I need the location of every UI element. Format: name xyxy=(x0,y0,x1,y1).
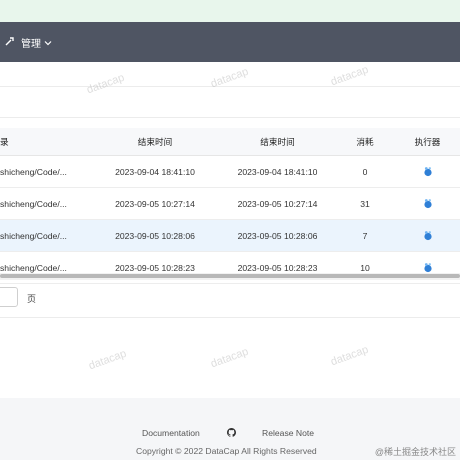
manage-menu[interactable]: 管理 xyxy=(21,35,52,50)
table-header-row: 录 结束时间 结束时间 消耗 执行器 xyxy=(0,128,460,156)
cell-end-time: 2023-09-05 10:28:06 xyxy=(90,219,220,252)
cell-cost: 31 xyxy=(335,187,395,220)
page-jump-input[interactable] xyxy=(0,287,18,307)
top-banner-strip xyxy=(0,0,460,23)
github-icon[interactable] xyxy=(227,428,236,437)
cell-executor xyxy=(395,187,460,220)
pagination: 页 xyxy=(0,285,460,318)
toolbar-row xyxy=(0,87,460,118)
cell-cost: 7 xyxy=(335,219,395,252)
cell-executor xyxy=(395,155,460,188)
cell-path: shicheng/Code/... xyxy=(0,187,90,220)
column-header-end-time-2[interactable]: 结束时间 xyxy=(220,128,335,156)
manage-menu-label: 管理 xyxy=(21,39,41,50)
cell-end-time-2: 2023-09-05 10:27:14 xyxy=(220,187,335,220)
column-header-path[interactable]: 录 xyxy=(0,128,90,156)
cell-end-time-2: 2023-09-05 10:28:06 xyxy=(220,219,335,252)
copyright-text: Copyright © 2022 DataCap All Rights Rese… xyxy=(136,446,317,456)
top-navbar: 管理 xyxy=(0,22,460,62)
scrollbar-thumb[interactable] xyxy=(0,274,460,278)
history-table: 录 结束时间 结束时间 消耗 执行器 shicheng/Code/... 202… xyxy=(0,128,460,284)
horizontal-scrollbar[interactable] xyxy=(0,273,460,280)
watermark: datacap xyxy=(87,347,129,373)
cell-end-time: 2023-09-04 18:41:10 xyxy=(90,155,220,188)
documentation-link[interactable]: Documentation xyxy=(142,428,200,438)
cell-cost: 0 xyxy=(335,155,395,188)
cell-end-time: 2023-09-05 10:27:14 xyxy=(90,187,220,220)
watermark: datacap xyxy=(209,345,251,371)
cell-end-time-2: 2023-09-04 18:41:10 xyxy=(220,155,335,188)
executor-icon[interactable] xyxy=(423,166,433,177)
corner-watermark: @稀土掘金技术社区 xyxy=(374,447,456,457)
column-header-end-time[interactable]: 结束时间 xyxy=(90,128,220,156)
column-header-executor[interactable]: 执行器 xyxy=(395,128,460,156)
executor-icon[interactable] xyxy=(423,262,433,273)
column-header-cost[interactable]: 消耗 xyxy=(335,128,395,156)
watermark: datacap xyxy=(329,343,371,369)
executor-icon[interactable] xyxy=(423,230,433,241)
table-row[interactable]: shicheng/Code/... 2023-09-05 10:27:14 20… xyxy=(0,187,460,220)
cell-executor xyxy=(395,219,460,252)
cell-path: shicheng/Code/... xyxy=(0,219,90,252)
chevron-down-icon xyxy=(44,40,52,45)
filter-row xyxy=(0,62,460,87)
table-row[interactable]: shicheng/Code/... 2023-09-04 18:41:10 20… xyxy=(0,155,460,188)
executor-icon[interactable] xyxy=(423,198,433,209)
page-footer: Documentation Release Note Copyright © 2… xyxy=(0,398,460,460)
release-note-link[interactable]: Release Note xyxy=(262,428,314,438)
page-suffix-label: 页 xyxy=(27,294,37,304)
cell-path: shicheng/Code/... xyxy=(0,155,90,188)
table-row[interactable]: shicheng/Code/... 2023-09-05 10:28:06 20… xyxy=(0,219,460,252)
tool-icon[interactable] xyxy=(4,35,16,47)
